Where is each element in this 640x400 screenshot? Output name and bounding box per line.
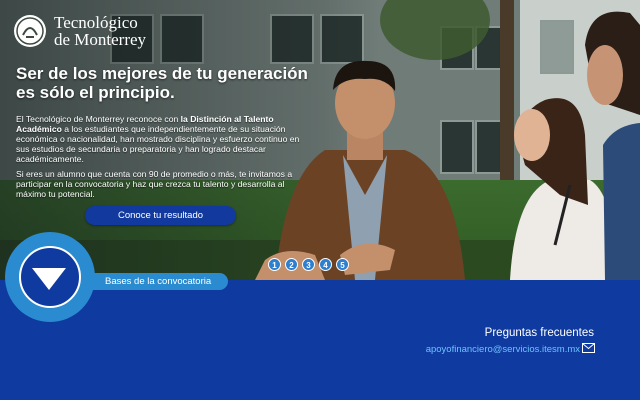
pager-dot-1[interactable]: 1	[268, 258, 281, 271]
pager-dot-5[interactable]: 5	[336, 258, 349, 271]
bases-convocatoria-button[interactable]: Bases de la convocatoria	[90, 273, 228, 290]
faq-link[interactable]: Preguntas frecuentes	[485, 327, 594, 339]
brand-logo[interactable]: Tecnológico de Monterrey	[14, 14, 146, 48]
footer-panel	[0, 280, 640, 400]
mail-icon[interactable]	[582, 343, 595, 353]
window	[540, 20, 574, 74]
pager-dot-2[interactable]: 2	[285, 258, 298, 271]
brand-line-2: de Monterrey	[54, 30, 147, 49]
pager-dot-4[interactable]: 4	[319, 258, 332, 271]
hero-banner: Tecnológico de Monterrey Ser de los mejo…	[0, 0, 640, 280]
headline-line-2: es sólo el principio.	[16, 83, 175, 102]
invitation-paragraph: Si eres un alumno que cuenta con 90 de p…	[16, 169, 293, 199]
tec-seal-icon	[14, 15, 46, 47]
hero-headline: Ser de los mejores de tu generación es s…	[16, 64, 346, 102]
intro-paragraph: El Tecnológico de Monterrey reconoce con…	[16, 114, 306, 164]
email-link[interactable]: apoyofinanciero@servicios.itesm.mx	[426, 344, 580, 355]
headline-line-1: Ser de los mejores de tu generación	[16, 64, 308, 83]
brand-line-1: Tecnológico	[54, 13, 138, 32]
check-result-button[interactable]: Conoce tu resultado	[85, 206, 236, 225]
intro-text-a: El Tecnológico de Monterrey reconoce con	[16, 114, 181, 124]
brand-name: Tecnológico de Monterrey	[54, 14, 146, 48]
slide-pager: 1 2 3 4 5	[268, 258, 349, 271]
student-photo-right	[585, 11, 640, 280]
chevron-down-icon[interactable]	[32, 268, 66, 290]
pager-dot-3[interactable]: 3	[302, 258, 315, 271]
